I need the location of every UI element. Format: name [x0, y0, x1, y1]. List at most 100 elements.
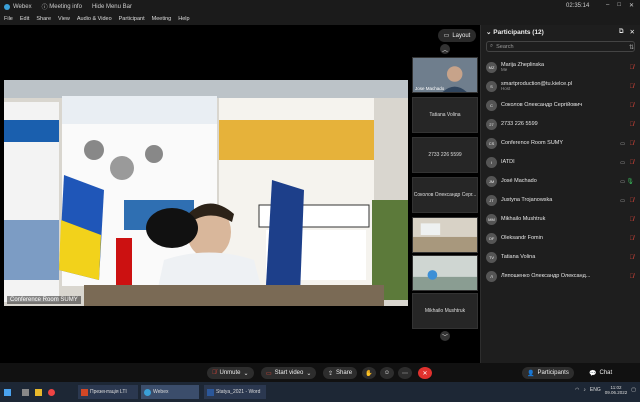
mic-muted-icon[interactable]: 🎙̸	[630, 217, 635, 223]
meeting-controls: 🎙̸ Unmute ⌄ ▭ Start video ⌄ ⇪ Share ✋ ☺ …	[0, 363, 640, 382]
menu-participant[interactable]: Participant	[119, 16, 145, 22]
more-button[interactable]: ⋯	[398, 367, 412, 379]
end-call-button[interactable]: ✕	[418, 367, 432, 379]
emoji-icon: ☺	[383, 370, 391, 376]
menu-share[interactable]: Share	[36, 16, 51, 22]
chat-icon: 💬	[589, 370, 597, 377]
search-icon[interactable]	[22, 388, 29, 396]
language-indicator[interactable]: ENG	[590, 387, 601, 393]
menu-audio-video[interactable]: Audio & Video	[77, 16, 112, 22]
list-item[interactable]: 27 2733 226 5599 🎙̸	[481, 115, 640, 134]
mic-muted-icon[interactable]: 🎙̸	[630, 84, 635, 90]
scroll-down-icon[interactable]: ﹀	[440, 331, 450, 341]
mic-muted-icon[interactable]: 🎙̸	[630, 65, 635, 71]
participants-button[interactable]: 👤 Participants	[522, 367, 574, 379]
folder-icon[interactable]	[35, 388, 42, 396]
thumbnail-video[interactable]	[412, 217, 478, 253]
chrome-icon[interactable]	[48, 388, 55, 396]
thumbnail-name[interactable]: Tatiana Volina	[412, 97, 478, 133]
mic-muted-icon[interactable]: 🎙̸	[630, 141, 635, 147]
more-icon: ⋯	[402, 370, 408, 377]
popout-icon[interactable]: ⧉	[619, 28, 624, 36]
title-bar: Webex ⓘ Meeting info Hide Menu Bar 02:35…	[0, 0, 640, 13]
volume-icon[interactable]: ♪	[583, 387, 586, 393]
video-icon: ▭	[620, 197, 625, 204]
close-panel-icon[interactable]: ✕	[630, 28, 635, 36]
word-icon	[207, 388, 214, 396]
list-item[interactable]: C Соколов Олександр Сергійович 🎙̸	[481, 96, 640, 115]
wifi-icon[interactable]: ◠	[575, 387, 579, 393]
clock[interactable]: 11:02 09.06.2022	[605, 385, 628, 396]
taskbar-app[interactable]: Statya_2021 - Word	[204, 385, 266, 399]
participants-panel: ⌄ Participants (12) ⧉ ✕ ⌕ Search ⇅ MZ Ma…	[480, 25, 640, 363]
list-item[interactable]: MM Mikhailo Mushtruk 🎙̸	[481, 210, 640, 229]
collapse-icon[interactable]: ⌄	[486, 28, 493, 36]
avatar: MM	[486, 214, 497, 225]
mic-muted-icon[interactable]: 🎙̸	[630, 274, 635, 280]
person-icon: 👤	[527, 370, 535, 377]
start-button[interactable]	[4, 385, 11, 399]
unmute-button[interactable]: 🎙̸ Unmute ⌄	[207, 367, 254, 379]
list-item[interactable]: CS Conference Room SUMY ▭ 🎙̸	[481, 134, 640, 153]
list-item[interactable]: I IATDI ▭ 🎙̸	[481, 153, 640, 172]
video-icon: ▭	[620, 178, 625, 185]
thumbnail-video[interactable]	[412, 255, 478, 291]
windows-taskbar: Презентація LTI Webex Statya_2021 - Word…	[0, 382, 640, 402]
avatar: TV	[486, 252, 497, 263]
list-item[interactable]: JT Justyna Trojanowska ▭ 🎙̸	[481, 191, 640, 210]
avatar: 27	[486, 119, 497, 130]
search-icon: ⌕	[490, 43, 494, 49]
taskbar-app[interactable]: Презентація LTI	[78, 385, 138, 399]
mic-muted-icon[interactable]: 🎙̸	[630, 255, 635, 261]
list-item[interactable]: JM José Machado ▭ 🎙	[481, 172, 640, 191]
webex-app[interactable]: Webex	[4, 3, 32, 10]
meeting-info-button[interactable]: ⓘ Meeting info	[41, 2, 82, 12]
search-input[interactable]: ⌕ Search	[486, 41, 635, 52]
avatar: Л	[486, 271, 497, 282]
reactions-button[interactable]: ✋	[362, 367, 376, 379]
video-icon: ▭	[620, 159, 625, 166]
mic-on-icon[interactable]: 🎙	[626, 178, 634, 185]
webex-icon	[144, 388, 151, 396]
close-icon[interactable]: ✕	[629, 2, 634, 9]
emoji-button[interactable]: ☺	[380, 367, 394, 379]
notification-icon[interactable]: ▢	[631, 387, 636, 393]
list-item[interactable]: S smartproduction@tu.kielce.pl Host 🎙̸	[481, 77, 640, 96]
mic-muted-icon[interactable]: 🎙̸	[630, 236, 635, 242]
layout-button[interactable]: ▭ Layout	[438, 29, 476, 42]
mic-muted-icon[interactable]: 🎙̸	[630, 103, 635, 109]
mic-muted-icon[interactable]: 🎙̸	[630, 122, 635, 128]
menu-view[interactable]: View	[58, 16, 70, 22]
main-video[interactable]: Conference Room SUMY	[4, 80, 408, 306]
minimize-icon[interactable]: –	[606, 2, 609, 9]
avatar: JT	[486, 195, 497, 206]
list-item[interactable]: OF Oleksandr Fomin 🎙̸	[481, 229, 640, 248]
mic-muted-icon[interactable]: 🎙̸	[630, 160, 635, 166]
thumbnail-name[interactable]: 2733 226 5599	[412, 137, 478, 173]
thumbnail-video[interactable]: Jose Machado	[412, 57, 478, 93]
taskbar-app[interactable]: Webex	[141, 385, 199, 399]
chat-button[interactable]: 💬 Chat	[584, 367, 617, 379]
thumbnail-name[interactable]: Mikhailo Mushtruk	[412, 293, 478, 329]
avatar: I	[486, 157, 497, 168]
menu-file[interactable]: File	[4, 16, 13, 22]
menu-meeting[interactable]: Meeting	[152, 16, 172, 22]
list-item[interactable]: MZ Marija Zheplinska Me 🎙̸	[481, 58, 640, 77]
mic-muted-icon[interactable]: 🎙̸	[630, 198, 635, 204]
maximize-icon[interactable]: □	[617, 2, 621, 9]
menu-edit[interactable]: Edit	[20, 16, 29, 22]
start-video-button[interactable]: ▭ Start video ⌄	[261, 367, 317, 379]
list-item[interactable]: Л Ляпошенко Олександр Олександ... 🎙̸	[481, 267, 640, 286]
info-icon: ⓘ	[41, 5, 50, 11]
close-icon: ✕	[422, 370, 428, 377]
windows-icon	[4, 388, 11, 396]
mic-muted-icon: 🎙̸	[212, 370, 217, 376]
avatar: JM	[486, 176, 497, 187]
menu-help[interactable]: Help	[178, 16, 189, 22]
hide-menu-bar-button[interactable]: Hide Menu Bar	[92, 4, 132, 10]
scroll-up-icon[interactable]: ︿	[440, 44, 450, 54]
sort-icon[interactable]: ⇅	[629, 44, 634, 51]
share-button[interactable]: ⇪ Share	[323, 367, 358, 379]
thumbnail-name[interactable]: Соколов Олександр Серг...	[412, 177, 478, 213]
list-item[interactable]: TV Tatiana Volina 🎙̸	[481, 248, 640, 267]
